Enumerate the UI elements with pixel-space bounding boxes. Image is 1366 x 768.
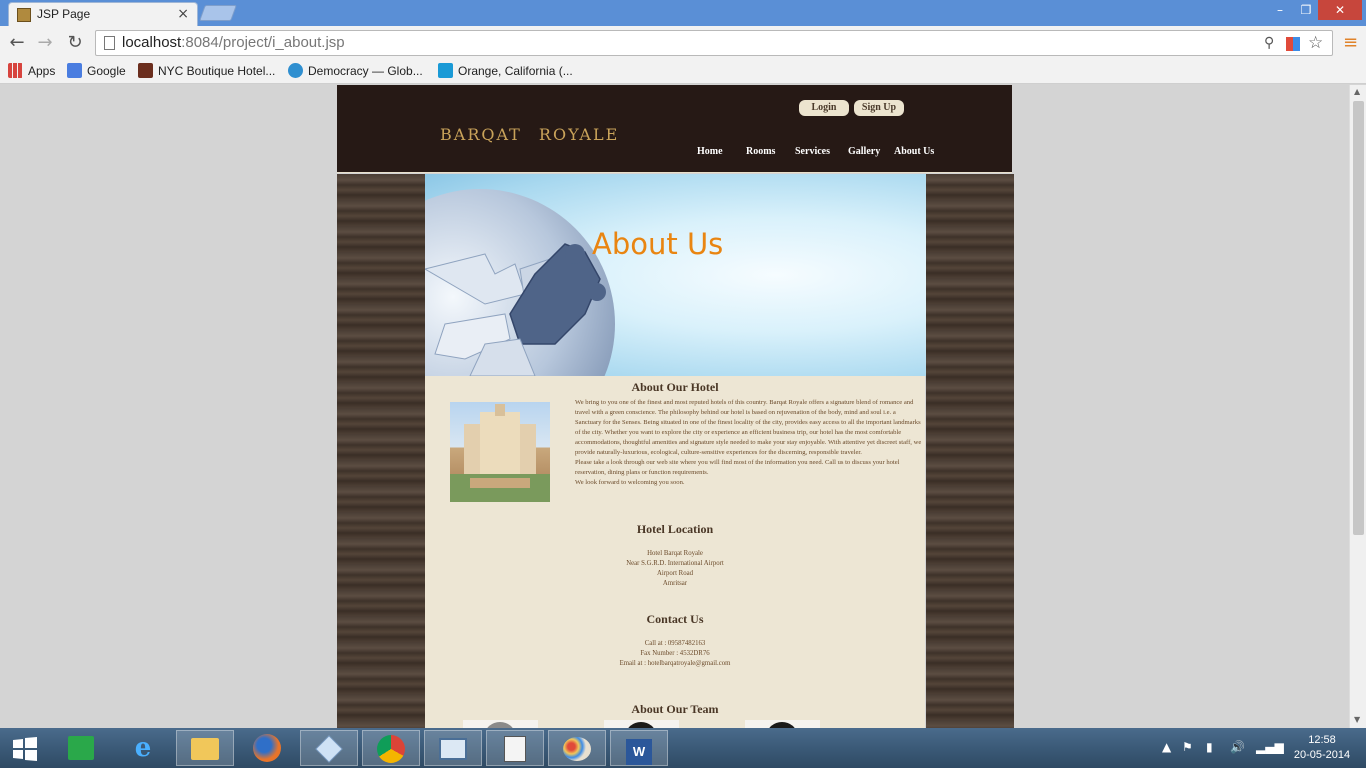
bookmark-google[interactable]: Google: [67, 63, 126, 78]
maximize-icon[interactable]: ❐: [1294, 0, 1318, 20]
nav-about-us[interactable]: About Us: [894, 146, 934, 157]
address-line: Amritsar: [662, 580, 688, 587]
word-icon[interactable]: W: [610, 730, 668, 766]
remote-desktop-icon[interactable]: [424, 730, 482, 766]
address-line: Airport Road: [656, 570, 694, 577]
windows-store-icon[interactable]: [52, 730, 110, 766]
system-clock[interactable]: 12:58 20-05-2014: [1284, 733, 1360, 763]
page-viewport: BARQAT ROYALE Login Sign Up Home Rooms S…: [0, 85, 1349, 728]
signup-button[interactable]: Sign Up: [854, 100, 904, 116]
notepad-icon[interactable]: [486, 730, 544, 766]
contact-phone: Call at : 09587482163: [644, 640, 706, 647]
show-hidden-icons-icon[interactable]: ▲: [1162, 740, 1171, 754]
nav-rooms[interactable]: Rooms: [746, 146, 775, 157]
about-paragraph-1: We bring to you one of the finest and mo…: [575, 399, 922, 456]
windows-logo-icon: [13, 737, 37, 761]
new-tab-button[interactable]: [199, 5, 237, 21]
extension-icon[interactable]: [1286, 37, 1300, 51]
content-area: About Our Hotel We bring to you one of t…: [425, 376, 925, 728]
browser-tab[interactable]: JSP Page ×: [8, 2, 198, 26]
page-icon: [104, 36, 115, 50]
minimize-icon[interactable]: –: [1268, 0, 1292, 20]
about-paragraph-3: We look forward to welcoming you soon.: [575, 479, 685, 486]
bookmark-apps[interactable]: Apps: [8, 63, 55, 78]
contact-details: Call at : 09587482163 Fax Number : 4532D…: [425, 639, 925, 669]
team-member-photo: [745, 720, 820, 728]
puzzle-globe-image: [425, 189, 615, 376]
network-signal-icon[interactable]: ▂▄▆: [1256, 740, 1284, 754]
start-button[interactable]: [0, 730, 50, 766]
paint-icon[interactable]: [548, 730, 606, 766]
about-hotel-heading: About Our Hotel: [631, 380, 719, 394]
zoom-icon[interactable]: ⚲: [1264, 35, 1274, 51]
hotel-location-heading: Hotel Location: [636, 522, 714, 536]
about-hotel-text: We bring to you one of the finest and mo…: [575, 398, 923, 488]
login-button[interactable]: Login: [799, 100, 849, 116]
bookmarks-bar: Apps Google NYC Boutique Hotel... Democr…: [0, 60, 1366, 84]
address-line: Hotel Barqat Royale: [647, 550, 703, 557]
globe-icon: [288, 63, 303, 78]
clock-time: 12:58: [1308, 734, 1336, 746]
file-explorer-icon[interactable]: [176, 730, 234, 766]
nav-services[interactable]: Services: [795, 146, 830, 157]
hotel-photo: [450, 402, 550, 502]
tab-title: JSP Page: [37, 7, 91, 21]
tab-favicon-icon: [17, 8, 31, 22]
firefox-icon[interactable]: [238, 730, 296, 766]
volume-icon[interactable]: 🔊: [1230, 740, 1245, 754]
about-team-heading: About Our Team: [631, 702, 719, 716]
virtualbox-icon[interactable]: [300, 730, 358, 766]
address-url[interactable]: localhost:8084/project/i_about.jsp: [122, 34, 345, 51]
close-window-icon[interactable]: ✕: [1318, 0, 1362, 20]
nav-home[interactable]: Home: [697, 146, 723, 157]
hotel-site: BARQAT ROYALE Login Sign Up Home Rooms S…: [337, 85, 1014, 728]
address-bar[interactable]: localhost:8084/project/i_about.jsp ⚲ ☆: [95, 30, 1333, 56]
wood-panel-left: [337, 174, 425, 728]
scrollbar-thumb[interactable]: [1353, 101, 1364, 535]
page-scrollbar[interactable]: ▲ ▼: [1349, 85, 1366, 728]
scroll-up-arrow-icon[interactable]: ▲: [1354, 87, 1360, 96]
bookmark-star-icon[interactable]: ☆: [1308, 33, 1323, 53]
about-paragraph-2: Please take a look through our web site …: [575, 459, 900, 476]
chrome-menu-icon[interactable]: ≡: [1343, 32, 1358, 53]
apps-grid-icon: [8, 63, 23, 78]
site-logo[interactable]: BARQAT ROYALE: [440, 125, 619, 144]
browser-toolbar: ← → ↻ localhost:8084/project/i_about.jsp…: [0, 26, 1366, 60]
contact-email[interactable]: Email at : hotelbarqatroyale@gmail.com: [425, 659, 925, 669]
address-line: Near S.G.R.D. International Airport: [626, 560, 724, 567]
windows-taskbar: e W ▲ ⚑ ▮ 🔊 ▂▄▆ 12:58 20-05-2014: [0, 728, 1366, 768]
tab-close-icon[interactable]: ×: [177, 6, 189, 22]
site-header: BARQAT ROYALE Login Sign Up Home Rooms S…: [337, 85, 1012, 173]
team-member-photo: [604, 720, 679, 728]
wood-panel-right: [926, 174, 1014, 728]
back-arrow-icon[interactable]: ←: [6, 32, 28, 53]
hotel-location-address: Hotel Barqat Royale Near S.G.R.D. Intern…: [425, 549, 925, 589]
bookmark-nyc-hotel[interactable]: NYC Boutique Hotel...: [138, 63, 275, 78]
chrome-icon[interactable]: [362, 730, 420, 766]
battery-icon[interactable]: ▮: [1206, 740, 1213, 754]
google-icon: [67, 63, 82, 78]
bookmark-democracy[interactable]: Democracy — Glob...: [288, 63, 423, 78]
banner-title: About Us: [592, 227, 724, 261]
internet-explorer-icon[interactable]: e: [114, 730, 172, 766]
scroll-down-arrow-icon[interactable]: ▼: [1354, 715, 1360, 724]
bookmark-orange-california[interactable]: Orange, California (...: [438, 63, 573, 78]
contact-fax: Fax Number : 4532DR76: [640, 650, 710, 657]
f-logo-icon: [438, 63, 453, 78]
browser-titlebar: JSP Page × – ❐ ✕: [0, 0, 1366, 26]
about-banner: About Us: [425, 174, 926, 376]
team-member-photo: [463, 720, 538, 728]
forward-arrow-icon[interactable]: →: [34, 32, 56, 53]
hotel-building-image: [450, 404, 550, 502]
clock-date: 20-05-2014: [1293, 749, 1351, 761]
action-center-flag-icon[interactable]: ⚑: [1182, 740, 1193, 754]
reload-icon[interactable]: ↻: [64, 32, 86, 53]
nav-gallery[interactable]: Gallery: [848, 146, 880, 157]
contact-heading: Contact Us: [646, 612, 704, 626]
nyc-hotel-icon: [138, 63, 153, 78]
